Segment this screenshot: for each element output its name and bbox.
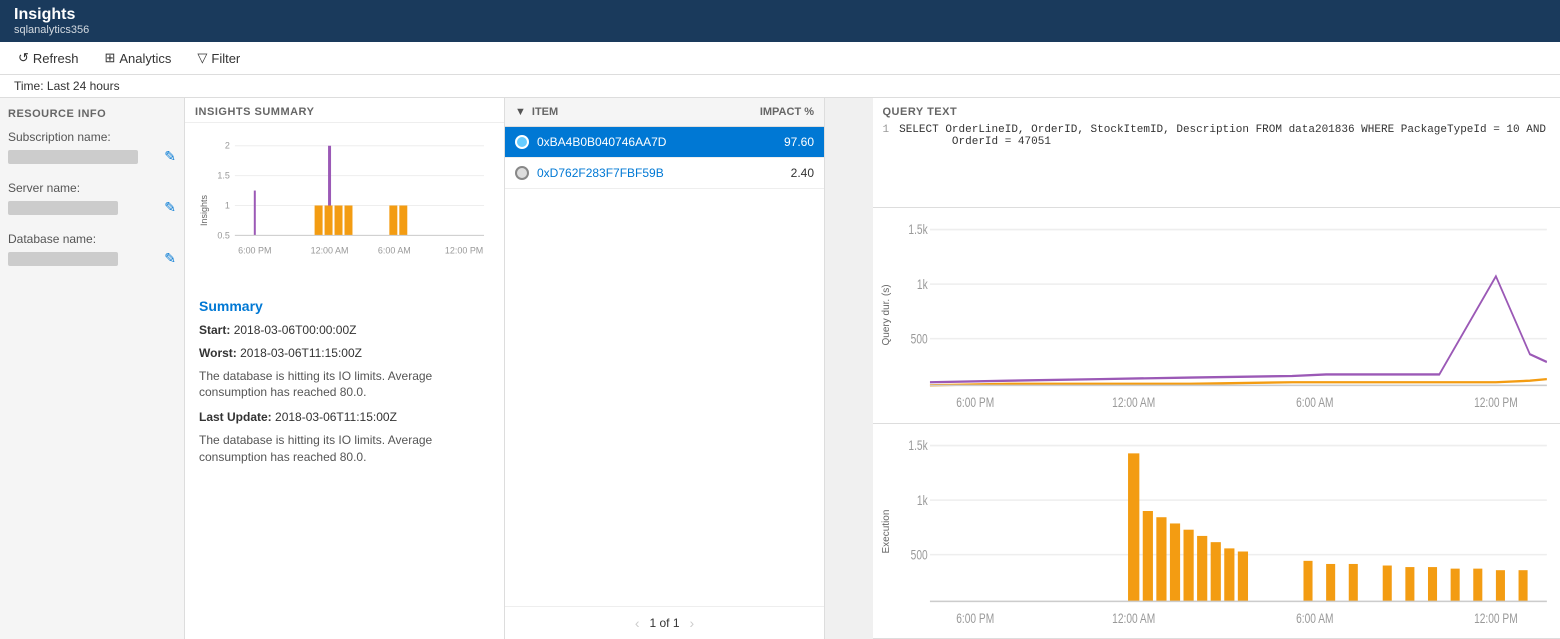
query-text-section: QUERY TEXT 1 SELECT OrderLineID, OrderID… (873, 98, 1560, 208)
resource-panel: RESOURCE INFO Subscription name: ✎ Serve… (0, 98, 185, 639)
svg-text:Insights: Insights (199, 195, 209, 226)
item-col-header: ITEM (532, 106, 728, 118)
summary-last-update: Last Update: 2018-03-06T11:15:00Z (199, 409, 490, 426)
svg-text:12:00 PM: 12:00 PM (1474, 610, 1518, 626)
middle-section: INSIGHTS SUMMARY 2 1.5 1 0.5 Insights (185, 98, 873, 639)
svg-text:2: 2 (225, 141, 230, 151)
insights-panel: INSIGHTS SUMMARY 2 1.5 1 0.5 Insights (185, 98, 505, 639)
database-label: Database name: (8, 232, 176, 246)
summary-start: Start: 2018-03-06T00:00:00Z (199, 322, 490, 339)
svg-text:12:00 PM: 12:00 PM (445, 245, 483, 255)
filter-label: Filter (211, 51, 240, 66)
analytics-button[interactable]: ⊞ Analytics (100, 48, 175, 68)
svg-text:0.5: 0.5 (217, 230, 229, 240)
svg-text:1.5k: 1.5k (908, 437, 928, 453)
execution-chart-section: Execution 1.5k 1k 500 (873, 424, 1560, 639)
server-value (8, 201, 118, 215)
filter-icon-header: ▼ (515, 106, 526, 118)
query-text-title: QUERY TEXT (883, 106, 1551, 118)
database-value (8, 252, 118, 266)
toolbar: ↺ Refresh ⊞ Analytics ▽ Filter (0, 42, 1560, 75)
items-pagination: ‹ 1 of 1 › (505, 606, 824, 639)
item-icon-0 (515, 135, 529, 149)
server-label: Server name: (8, 181, 176, 195)
query-text-content: 1 SELECT OrderLineID, OrderID, StockItem… (883, 124, 1551, 148)
svg-text:12:00 PM: 12:00 PM (1474, 395, 1518, 411)
svg-text:6:00 PM: 6:00 PM (238, 245, 271, 255)
svg-text:12:00 AM: 12:00 AM (311, 245, 349, 255)
resource-info-title: RESOURCE INFO (8, 108, 176, 120)
query-line-number: 1 (883, 124, 890, 148)
item-impact-0: 97.60 (754, 135, 814, 149)
item-name-1: 0xD762F283F7FBF59B (537, 166, 754, 180)
filter-button[interactable]: ▽ Filter (193, 48, 244, 68)
svg-text:12:00 AM: 12:00 AM (1112, 610, 1155, 626)
query-panel: QUERY TEXT 1 SELECT OrderLineID, OrderID… (873, 98, 1560, 639)
chart-bottom-panels: Query dur. (s) 1.5k 1k 500 (873, 208, 1560, 639)
svg-text:1k: 1k (916, 276, 927, 292)
analytics-icon: ⊞ (104, 50, 115, 66)
subscription-edit-icon[interactable]: ✎ (164, 148, 176, 165)
svg-text:6:00 AM: 6:00 AM (1296, 395, 1333, 411)
svg-text:500: 500 (910, 546, 927, 562)
summary-content: Summary Start: 2018-03-06T00:00:00Z Wors… (185, 288, 504, 639)
next-page-button[interactable]: › (690, 615, 695, 631)
refresh-icon: ↺ (18, 50, 29, 66)
svg-text:6:00 PM: 6:00 PM (956, 395, 994, 411)
svg-text:1: 1 (225, 200, 230, 210)
query-duration-chart: 1.5k 1k 500 6:00 PM 12:00 AM 6:00 AM (896, 214, 1553, 417)
items-panel: ▼ ITEM IMPACT % 0xBA4B0B040746AA7D 97.60… (505, 98, 825, 639)
time-label: Time: Last 24 hours (14, 79, 120, 93)
subscription-field: Subscription name: ✎ (8, 130, 176, 165)
server-field: Server name: ✎ (8, 181, 176, 216)
query-dur-y-label: Query dur. (s) (881, 214, 892, 417)
svg-text:6:00 PM: 6:00 PM (956, 610, 994, 626)
analytics-label: Analytics (119, 51, 171, 66)
item-row-0[interactable]: 0xBA4B0B040746AA7D 97.60 (505, 127, 824, 158)
summary-worst: Worst: 2018-03-06T11:15:00Z (199, 345, 490, 362)
svg-text:1.5k: 1.5k (908, 222, 928, 238)
impact-col-header: IMPACT % (734, 106, 814, 118)
insights-title: INSIGHTS SUMMARY (185, 98, 504, 123)
server-edit-icon[interactable]: ✎ (164, 199, 176, 216)
prev-page-button[interactable]: ‹ (635, 615, 640, 631)
insights-chart: 2 1.5 1 0.5 Insights (195, 131, 494, 280)
item-impact-1: 2.40 (754, 166, 814, 180)
summary-title: Summary (199, 298, 490, 314)
execution-y-label: Execution (881, 430, 892, 633)
svg-text:6:00 AM: 6:00 AM (1296, 610, 1333, 626)
items-header: ▼ ITEM IMPACT % (505, 98, 824, 127)
insights-chart-container: 2 1.5 1 0.5 Insights (185, 123, 504, 288)
time-bar: Time: Last 24 hours (0, 75, 1560, 98)
svg-text:1.5: 1.5 (217, 171, 229, 181)
refresh-label: Refresh (33, 51, 79, 66)
main-content: RESOURCE INFO Subscription name: ✎ Serve… (0, 98, 1560, 639)
pagination-label: 1 of 1 (649, 616, 679, 630)
summary-desc1: The database is hitting its IO limits. A… (199, 368, 490, 402)
summary-desc2: The database is hitting its IO limits. A… (199, 432, 490, 466)
filter-icon: ▽ (197, 50, 207, 66)
item-row-1[interactable]: 0xD762F283F7FBF59B 2.40 (505, 158, 824, 189)
svg-text:6:00 AM: 6:00 AM (378, 245, 411, 255)
database-edit-icon[interactable]: ✎ (164, 250, 176, 267)
query-duration-chart-section: Query dur. (s) 1.5k 1k 500 (873, 208, 1560, 424)
svg-text:12:00 AM: 12:00 AM (1112, 395, 1155, 411)
query-text: SELECT OrderLineID, OrderID, StockItemID… (899, 124, 1546, 148)
refresh-button[interactable]: ↺ Refresh (14, 48, 82, 68)
item-name-0: 0xBA4B0B040746AA7D (537, 135, 754, 149)
subscription-value (8, 150, 138, 164)
app-subtitle: sqlanalytics356 (14, 24, 1546, 36)
subscription-label: Subscription name: (8, 130, 176, 144)
database-field: Database name: ✎ (8, 232, 176, 267)
app-title: Insights (14, 6, 1546, 24)
svg-text:500: 500 (910, 331, 927, 347)
execution-chart: 1.5k 1k 500 (896, 430, 1553, 633)
svg-text:1k: 1k (916, 492, 927, 508)
app-header: Insights sqlanalytics356 (0, 0, 1560, 42)
item-icon-1 (515, 166, 529, 180)
